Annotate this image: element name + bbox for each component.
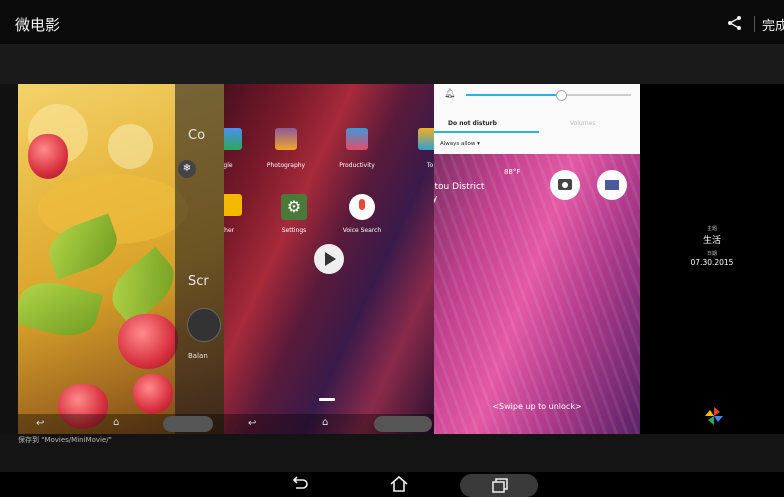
settings-gear-icon: ⚙ [281, 194, 307, 220]
bell-icon: 🔔︎ [444, 89, 456, 99]
leaf [18, 274, 104, 344]
back-icon: ↩ [248, 418, 257, 429]
recents-icon [488, 477, 510, 495]
home-icon: ⌂ [322, 417, 329, 428]
title-card-panel: 主题 生活 日期 07.30.2015 [640, 84, 784, 434]
microphone-icon [349, 194, 375, 220]
divider [754, 16, 755, 32]
app-folder-icon [346, 128, 368, 150]
tab-indicator [434, 131, 539, 133]
app-folder-icon [418, 128, 434, 150]
done-button[interactable]: 完成 [762, 15, 784, 34]
launcher-panel: gle Photography Productivity To ther ⚙ S… [224, 84, 434, 434]
settings-text-fragment: Balan [188, 352, 208, 360]
swipe-to-unlock-text: <Swipe up to unlock> [492, 402, 582, 411]
settings-text-fragment: Co [188, 128, 206, 143]
strawberry [28, 134, 68, 179]
share-icon[interactable] [726, 14, 744, 32]
camera-icon [550, 170, 580, 200]
panel-navbar: ↩ ⌂ [18, 414, 224, 434]
page-indicator [319, 398, 335, 401]
settings-text-fragment: Scr [188, 274, 209, 289]
app-label: Productivity [339, 162, 375, 169]
status-band [0, 434, 784, 472]
app-header [0, 0, 784, 44]
app-label: Voice Search [342, 227, 382, 234]
top-spacer [0, 44, 784, 84]
save-path-text: 保存到 "Movies/MiniMovie/" [18, 436, 112, 444]
recents-pill [374, 416, 432, 432]
app-label: Settings [281, 227, 307, 234]
quick-settings-shade: 🔔︎ Do not disturb Volumes Always allow ▾ [434, 84, 640, 154]
home-icon: ⌂ [113, 417, 120, 428]
recents-button[interactable] [460, 474, 538, 497]
balance-icon [187, 308, 221, 342]
date-label: 日期 [706, 251, 717, 257]
strawberry [118, 314, 178, 369]
date-value: 07.30.2015 [690, 258, 734, 267]
app-folder-icon [275, 128, 297, 150]
temperature: 88°F [504, 168, 521, 176]
bokeh-light [108, 124, 153, 169]
app-label: ther [224, 227, 235, 234]
home-icon[interactable] [388, 474, 410, 494]
play-icon[interactable] [314, 244, 344, 274]
volume-slider-fill [466, 94, 561, 96]
location-text: itou District [434, 182, 485, 192]
volume-slider-knob [556, 90, 567, 101]
back-icon[interactable] [288, 474, 310, 494]
theme-value: 生活 [702, 236, 721, 246]
always-allow-dropdown: Always allow ▾ [440, 141, 480, 147]
page-title: 微电影 [15, 16, 61, 34]
volume-slider-track [561, 94, 631, 96]
back-icon: ↩ [36, 418, 45, 429]
app-folder-icon [224, 128, 242, 150]
theme-label: 主题 [706, 226, 717, 232]
app-label: Photography [266, 162, 306, 169]
strawberry [133, 374, 173, 414]
settings-panel-sliver: Co ❄ Scr Balan [175, 84, 225, 434]
app-icon [224, 194, 242, 216]
mail-icon [597, 170, 627, 200]
app-label: To [426, 162, 434, 169]
movie-preview-strip[interactable]: Co ❄ Scr Balan ↩ ⌂ gle Photography Produ… [0, 84, 784, 434]
snowflake-icon: ❄ [178, 160, 196, 178]
tab-volumes: Volumes [570, 120, 596, 127]
app-label: gle [224, 162, 233, 169]
pinwheel-icon [704, 406, 724, 426]
panel-navbar: ↩ ⌂ [224, 414, 434, 434]
tab-do-not-disturb: Do not disturb [448, 120, 497, 127]
location-text: y [434, 194, 438, 204]
recents-pill [163, 416, 213, 432]
lockscreen-panel: itou District y 88°F <Swipe up to unlock… [434, 84, 640, 434]
